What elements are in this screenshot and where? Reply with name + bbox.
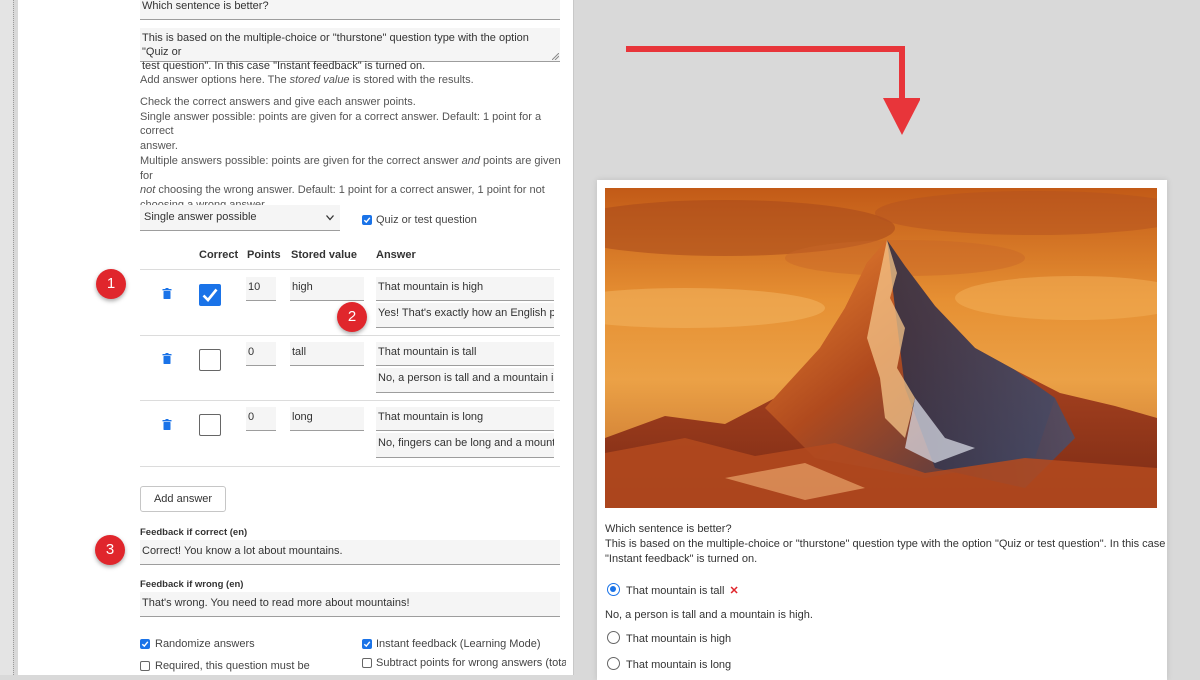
checkmark-icon: [363, 217, 371, 224]
stored-value-input-row-1[interactable]: high: [290, 277, 364, 301]
question-preview-panel: Which sentence is better? This is based …: [597, 180, 1167, 680]
column-header-answer: Answer: [376, 249, 416, 261]
wrong-answer-icon: ✕: [729, 585, 739, 597]
feedback-wrong-label: Feedback if wrong (en): [140, 579, 244, 590]
column-header-stored-value: Stored value: [291, 249, 358, 261]
add-answer-button[interactable]: Add answer: [140, 486, 226, 512]
preview-description-line-1: This is based on the multiple-choice or …: [605, 538, 1166, 550]
subtract-points-checkbox[interactable]: [362, 658, 372, 668]
step-badge-3: 3: [95, 535, 125, 565]
preview-description-line-2: "Instant feedback" is turned on.: [605, 553, 758, 565]
description-line-2: test question". In this case "Instant fe…: [142, 60, 426, 72]
answer-mode-value: Single answer possible: [144, 211, 257, 223]
question-description-textarea[interactable]: This is based on the multiple-choice or …: [140, 28, 560, 72]
step-badge-2: 2: [337, 302, 367, 332]
required-label: Required, this question must be: [155, 660, 310, 672]
question-title-input[interactable]: Which sentence is better?: [140, 0, 560, 20]
correct-checkbox-row-1[interactable]: [199, 284, 221, 306]
table-header-divider: [140, 269, 560, 270]
answer-mode-select[interactable]: Single answer possible: [140, 205, 340, 231]
help-scoring-text: Check the correct answers and give each …: [140, 96, 561, 211]
chevron-down-icon: [326, 215, 334, 221]
outer-left-strip: [0, 0, 13, 675]
help-add-options: Add answer options here. The stored valu…: [140, 74, 474, 86]
radio-option-long[interactable]: [607, 657, 620, 670]
resize-handle-icon[interactable]: [552, 53, 559, 60]
step-badge-1: 1: [96, 269, 126, 299]
arrow-annotation-icon: [626, 46, 920, 135]
checkmark-icon: [141, 641, 149, 648]
correct-checkbox-row-3[interactable]: [199, 414, 221, 436]
instant-feedback-label: Instant feedback (Learning Mode): [376, 638, 541, 650]
correct-checkbox-row-2[interactable]: [199, 349, 221, 371]
trash-icon[interactable]: [162, 353, 172, 364]
points-input-row-2[interactable]: 0: [246, 342, 276, 366]
row-divider: [140, 335, 560, 336]
question-editor-panel: Which sentence is better? This is based …: [18, 0, 574, 675]
row-divider: [140, 400, 560, 401]
randomize-label: Randomize answers: [155, 638, 255, 650]
quiz-checkbox-label: Quiz or test question: [376, 214, 477, 226]
points-input-row-3[interactable]: 0: [246, 407, 276, 431]
stored-value-input-row-2[interactable]: tall: [290, 342, 364, 366]
preview-feedback-text: No, a person is tall and a mountain is h…: [605, 609, 813, 621]
dotted-divider: [13, 0, 14, 675]
answer-feedback-input-row-1[interactable]: Yes! That's exactly how an English per: [376, 303, 554, 328]
answer-input-row-1[interactable]: That mountain is high: [376, 277, 554, 301]
mountain-sunset-image: [605, 188, 1157, 508]
required-checkbox[interactable]: [140, 661, 150, 671]
column-header-points: Points: [247, 249, 281, 261]
checkmark-icon: [202, 288, 218, 302]
feedback-wrong-input[interactable]: That's wrong. You need to read more abou…: [140, 592, 560, 617]
answer-input-row-2[interactable]: That mountain is tall: [376, 342, 554, 366]
checkmark-icon: [363, 641, 371, 648]
randomize-checkbox[interactable]: [140, 639, 150, 649]
trash-icon[interactable]: [162, 288, 172, 299]
preview-question-title: Which sentence is better?: [605, 523, 732, 535]
column-header-correct: Correct: [199, 249, 239, 261]
trash-icon[interactable]: [162, 419, 172, 430]
answer-input-row-3[interactable]: That mountain is long: [376, 407, 554, 431]
description-line-1: This is based on the multiple-choice or …: [142, 32, 529, 58]
radio-option-high[interactable]: [607, 631, 620, 644]
feedback-correct-input[interactable]: Correct! You know a lot about mountains.: [140, 540, 560, 565]
quiz-checkbox[interactable]: [362, 215, 372, 225]
option-label-high: That mountain is high: [626, 633, 732, 645]
stored-value-input-row-3[interactable]: long: [290, 407, 364, 431]
subtract-points-label: Subtract points for wrong answers (total: [376, 657, 566, 669]
option-label-tall: That mountain is tall ✕: [626, 585, 739, 597]
answer-feedback-input-row-2[interactable]: No, a person is tall and a mountain is h: [376, 368, 554, 393]
instant-feedback-checkbox[interactable]: [362, 639, 372, 649]
row-divider: [140, 466, 560, 467]
question-title-text: Which sentence is better?: [142, 0, 269, 12]
answer-feedback-input-row-3[interactable]: No, fingers can be long and a mountai: [376, 433, 554, 458]
option-label-long: That mountain is long: [626, 659, 732, 671]
points-input-row-1[interactable]: 10: [246, 277, 276, 301]
feedback-correct-label: Feedback if correct (en): [140, 527, 248, 538]
radio-option-tall[interactable]: [607, 583, 620, 596]
